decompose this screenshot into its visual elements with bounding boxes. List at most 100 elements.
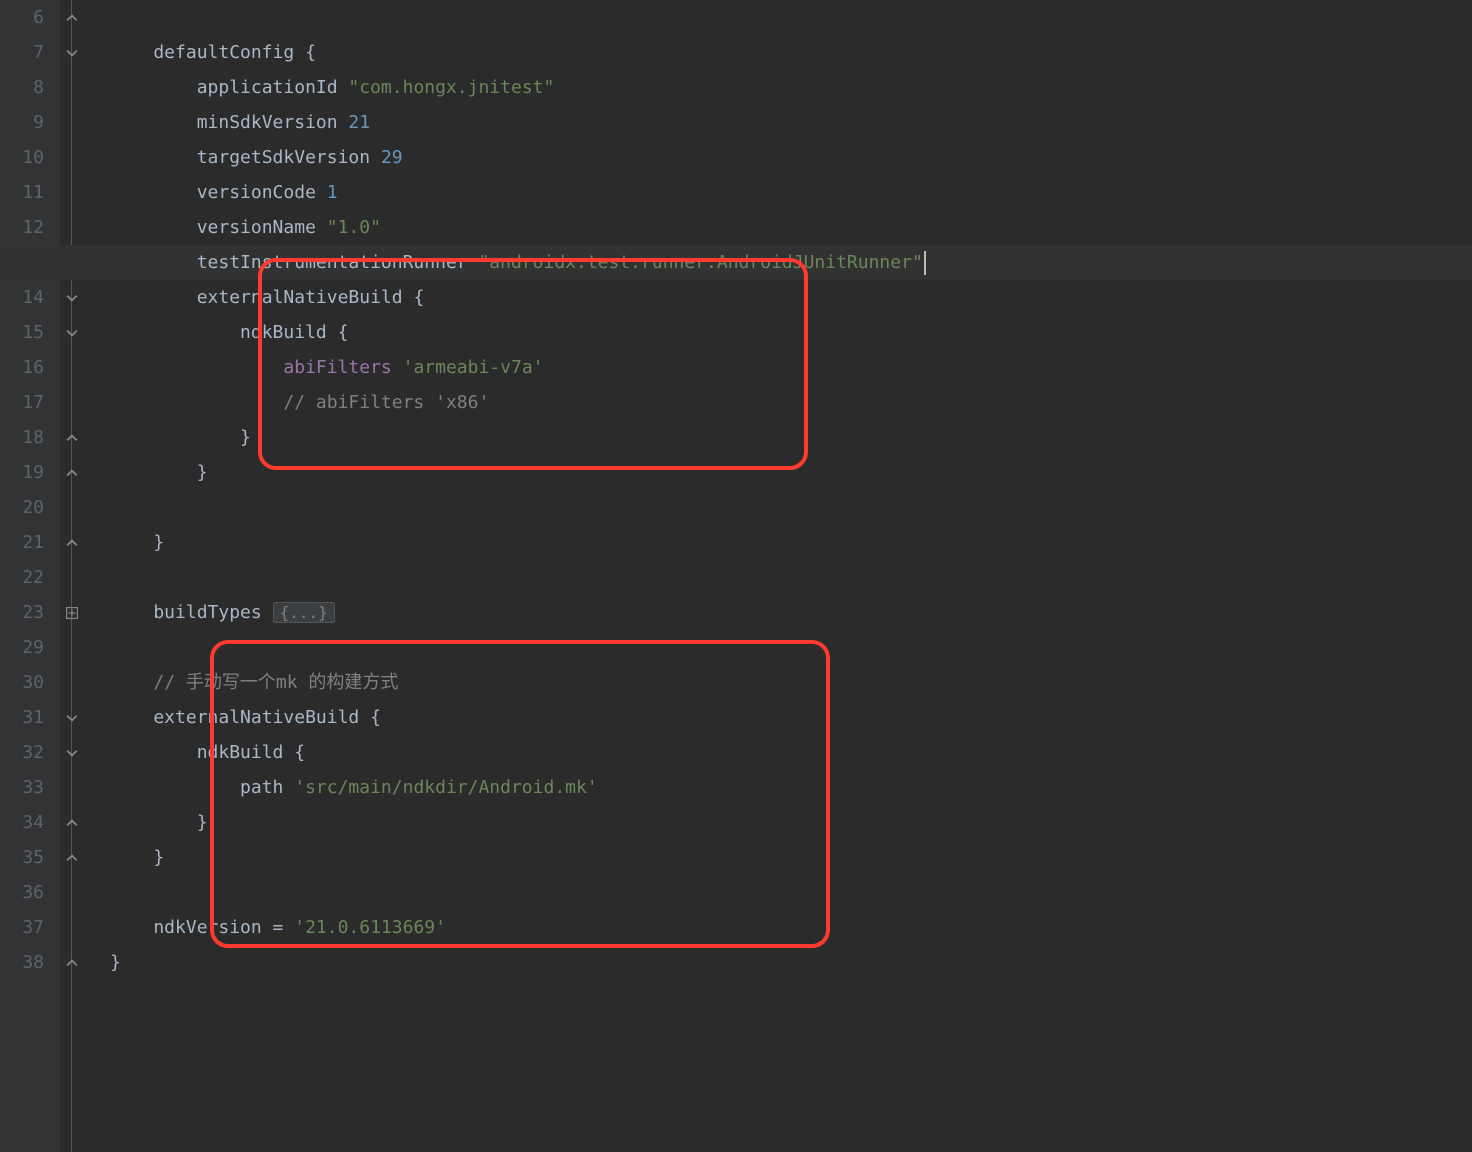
code-token: ndkVersion =: [110, 917, 294, 938]
line-number: 34: [0, 805, 44, 840]
code-line[interactable]: abiFilters 'armeabi-v7a': [110, 350, 1472, 385]
code-line[interactable]: versionCode 1: [110, 175, 1472, 210]
code-token: abiFilters: [283, 357, 402, 378]
line-number: 14: [0, 280, 44, 315]
code-token: externalNativeBuild: [110, 707, 370, 728]
code-token: 'armeabi-v7a': [403, 357, 544, 378]
fold-open-icon[interactable]: [65, 711, 79, 725]
code-token: 29: [381, 147, 403, 168]
fold-column: [60, 0, 90, 1152]
line-number: 16: [0, 350, 44, 385]
line-number: 8: [0, 70, 44, 105]
code-token: 21: [348, 112, 370, 133]
code-line[interactable]: }: [110, 525, 1472, 560]
line-number: 22: [0, 560, 44, 595]
code-line[interactable]: [110, 490, 1472, 525]
code-line[interactable]: [110, 630, 1472, 665]
code-line[interactable]: versionName "1.0": [110, 210, 1472, 245]
code-line[interactable]: }: [110, 420, 1472, 455]
code-token: {: [413, 287, 424, 308]
line-number: 11: [0, 175, 44, 210]
code-token: [110, 672, 153, 693]
line-number: 12: [0, 210, 44, 245]
code-token: // 手动写一个mk 的构建方式: [153, 672, 398, 693]
code-line[interactable]: minSdkVersion 21: [110, 105, 1472, 140]
line-number: 33: [0, 770, 44, 805]
code-line[interactable]: testInstrumentationRunner "androidx.test…: [110, 245, 1472, 280]
code-line[interactable]: ndkVersion = '21.0.6113669': [110, 910, 1472, 945]
fold-open-icon[interactable]: [65, 46, 79, 60]
code-line[interactable]: }: [110, 805, 1472, 840]
line-number: 20: [0, 490, 44, 525]
line-number: 35: [0, 840, 44, 875]
code-token: }: [110, 462, 208, 483]
code-token: buildTypes: [110, 602, 273, 623]
line-number: 9: [0, 105, 44, 140]
code-line[interactable]: buildTypes {...}: [110, 595, 1472, 630]
code-token: "com.hongx.jnitest": [348, 77, 554, 98]
fold-close-icon[interactable]: [65, 536, 79, 550]
line-number: 18: [0, 420, 44, 455]
code-line[interactable]: [110, 875, 1472, 910]
code-line[interactable]: // abiFilters 'x86': [110, 385, 1472, 420]
fold-close-icon[interactable]: [65, 466, 79, 480]
fold-close-icon[interactable]: [65, 956, 79, 970]
code-token: 1: [327, 182, 338, 203]
code-line[interactable]: }: [110, 945, 1472, 980]
code-token: versionCode: [110, 182, 327, 203]
code-line[interactable]: defaultConfig {: [110, 35, 1472, 70]
line-number: 38: [0, 945, 44, 980]
code-line[interactable]: applicationId "com.hongx.jnitest": [110, 70, 1472, 105]
line-number: 19: [0, 455, 44, 490]
code-line[interactable]: externalNativeBuild {: [110, 700, 1472, 735]
code-token: targetSdkVersion: [110, 147, 381, 168]
code-token: }: [110, 952, 121, 973]
line-number: 31: [0, 700, 44, 735]
code-token: ndkBuild: [110, 322, 338, 343]
line-number: 23: [0, 595, 44, 630]
code-line[interactable]: ndkBuild {: [110, 315, 1472, 350]
code-line[interactable]: targetSdkVersion 29: [110, 140, 1472, 175]
code-editor[interactable]: 6789101112131415161718192021222329303132…: [0, 0, 1472, 1152]
code-token: // abiFilters 'x86': [283, 392, 489, 413]
code-line[interactable]: // 手动写一个mk 的构建方式: [110, 665, 1472, 700]
code-line[interactable]: [110, 560, 1472, 595]
code-line[interactable]: path 'src/main/ndkdir/Android.mk': [110, 770, 1472, 805]
line-number: 36: [0, 875, 44, 910]
code-line[interactable]: }: [110, 455, 1472, 490]
fold-open-icon[interactable]: [65, 291, 79, 305]
fold-close-icon[interactable]: [65, 851, 79, 865]
code-token: {: [305, 42, 316, 63]
code-token: ndkBuild: [110, 742, 294, 763]
code-line[interactable]: [110, 0, 1472, 35]
code-line[interactable]: ndkBuild {: [110, 735, 1472, 770]
code-token: testInstrumentationRunner: [110, 252, 478, 273]
code-token: }: [110, 812, 208, 833]
code-token: applicationId: [110, 77, 348, 98]
line-number: 21: [0, 525, 44, 560]
code-token: [110, 357, 283, 378]
text-cursor: [924, 251, 926, 275]
fold-open-icon[interactable]: [65, 326, 79, 340]
fold-close-icon[interactable]: [65, 431, 79, 445]
code-token: {: [294, 742, 305, 763]
code-token: }: [110, 427, 251, 448]
code-token: {: [338, 322, 349, 343]
code-line[interactable]: }: [110, 840, 1472, 875]
code-token: 'src/main/ndkdir/Android.mk': [294, 777, 597, 798]
line-number: 30: [0, 665, 44, 700]
line-number: 6: [0, 0, 44, 35]
folded-region[interactable]: {...}: [273, 602, 335, 623]
code-area[interactable]: defaultConfig { applicationId "com.hongx…: [90, 0, 1472, 1152]
code-token: minSdkVersion: [110, 112, 348, 133]
code-token: [110, 392, 283, 413]
line-number-gutter: 6789101112131415161718192021222329303132…: [0, 0, 60, 1152]
code-line[interactable]: externalNativeBuild {: [110, 280, 1472, 315]
fold-collapsed-icon[interactable]: [65, 606, 79, 620]
line-number: 32: [0, 735, 44, 770]
fold-close-icon[interactable]: [65, 816, 79, 830]
code-token: externalNativeBuild: [110, 287, 413, 308]
fold-open-icon[interactable]: [65, 746, 79, 760]
fold-close-icon[interactable]: [65, 11, 79, 25]
line-number: 10: [0, 140, 44, 175]
